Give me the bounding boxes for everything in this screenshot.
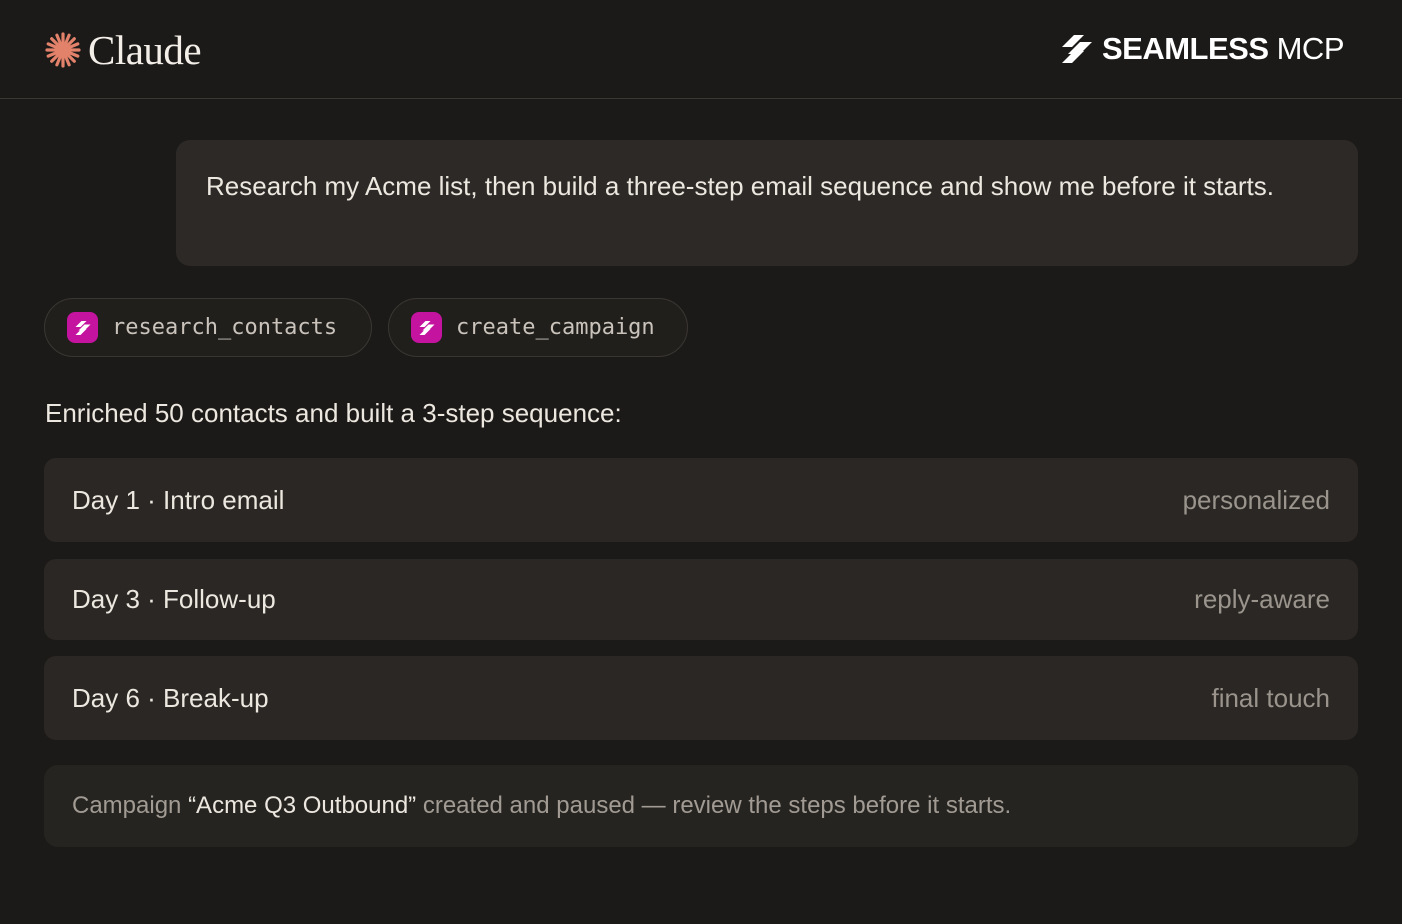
response-summary: Enriched 50 contacts and built a 3-step … [45, 398, 622, 428]
step-tag: reply-aware [1194, 584, 1330, 614]
sequence-step-day-6: Day 6 · Break-up final touch [44, 656, 1358, 740]
step-tag: personalized [1182, 484, 1330, 515]
claude-brand: Claude [44, 27, 202, 73]
tool-call-research-contacts[interactable]: research_contacts [44, 298, 372, 357]
step-title: Day 6 · Break-up [72, 682, 269, 713]
user-message-bubble: Research my Acme list, then build a thre… [176, 140, 1358, 266]
sequence-step-day-3: Day 3 · Follow-up reply-aware [44, 559, 1358, 640]
user-message-text: Research my Acme list, then build a thre… [206, 171, 1274, 201]
tool-call-label: create_campaign [456, 315, 655, 340]
tool-call-create-campaign[interactable]: create_campaign [388, 298, 688, 357]
claude-starburst-icon [45, 32, 81, 68]
partner-name: SEAMLESS MCP [1101, 31, 1345, 66]
seamless-mcp-brand: SEAMLESS MCP [1060, 31, 1344, 67]
tool-call-label: research_contacts [112, 315, 338, 340]
seamless-logo-icon [67, 312, 98, 343]
campaign-status-notice: Campaign “Acme Q3 Outbound” created and … [44, 765, 1358, 847]
seamless-logo-icon [1061, 35, 1092, 63]
app-header: Claude SEAMLESS MCP [0, 0, 1402, 99]
sequence-step-day-1: Day 1 · Intro email personalized [44, 458, 1358, 542]
step-title: Day 1 · Intro email [72, 484, 285, 515]
campaign-name: “Acme Q3 Outbound” [188, 792, 417, 819]
seamless-logo-icon [411, 312, 442, 343]
brand-name: Claude [88, 27, 202, 73]
step-tag: final touch [1211, 682, 1330, 713]
step-title: Day 3 · Follow-up [72, 584, 276, 614]
